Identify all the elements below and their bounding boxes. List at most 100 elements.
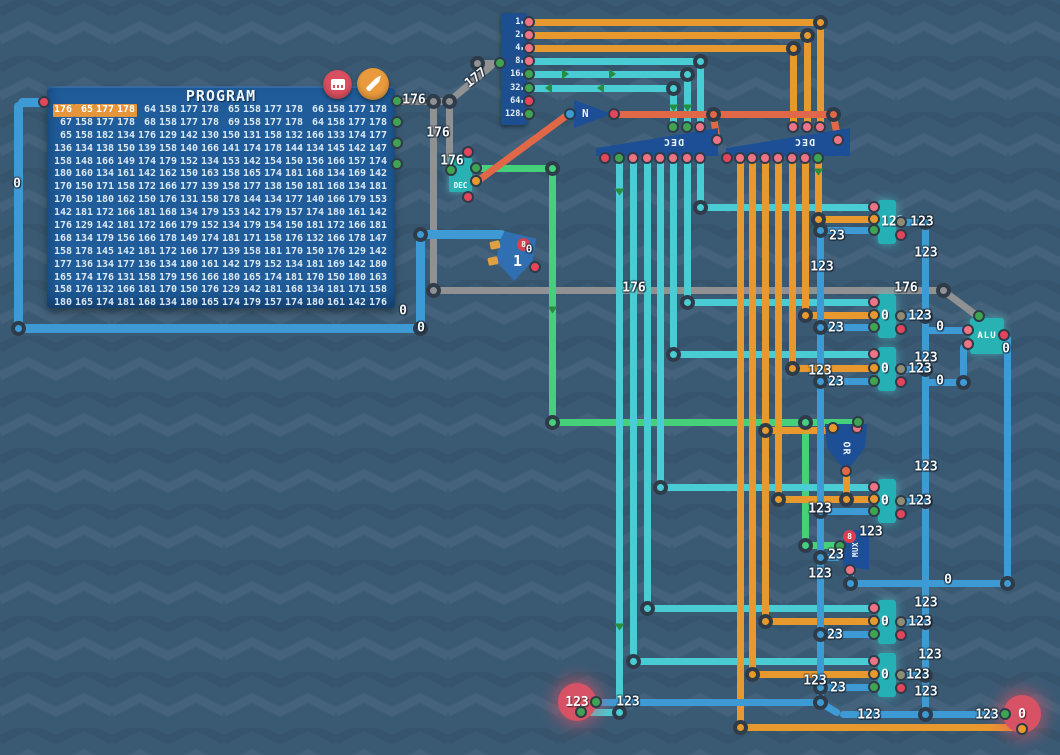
wire-node[interactable] [826,107,841,122]
wire-node[interactable] [640,601,655,616]
wire-segment[interactable] [815,157,822,219]
register-flag-pin[interactable] [895,682,907,694]
memory-view-button[interactable] [323,70,352,99]
register-save-pin[interactable] [868,615,880,627]
register-load-pin[interactable] [868,481,880,493]
pin-dot[interactable] [694,121,706,133]
pin-dot[interactable] [613,152,625,164]
pin-dot[interactable] [470,162,482,174]
pin-dot[interactable] [799,152,811,164]
wire-segment[interactable] [684,157,691,302]
pin-dot[interactable] [852,416,864,428]
wire-node[interactable] [798,308,813,323]
wire-segment[interactable] [850,580,1007,587]
pin-dot[interactable] [590,696,602,708]
pin-dot[interactable] [962,338,974,350]
wire-segment[interactable] [792,365,874,372]
pin-dot[interactable] [844,564,856,576]
pin-dot[interactable] [759,152,771,164]
wire-segment[interactable] [802,157,809,315]
pin-dot[interactable] [962,324,974,336]
wire-node[interactable] [771,492,786,507]
register-out-pin[interactable] [895,669,907,681]
wire-segment[interactable] [700,204,874,211]
pin-dot[interactable] [812,152,824,164]
pin-dot[interactable] [772,152,784,164]
wire-node[interactable] [1000,576,1015,591]
wire-segment[interactable] [14,102,23,328]
wire-node[interactable] [626,654,641,669]
wire-node[interactable] [936,283,951,298]
wire-segment[interactable] [630,157,637,661]
wire-node[interactable] [813,550,828,565]
wire-node[interactable] [680,295,695,310]
pin-dot[interactable] [575,706,587,718]
pin-dot[interactable] [564,108,576,120]
pin-dot[interactable] [746,152,758,164]
wire-node[interactable] [758,423,773,438]
pin-dot[interactable] [681,152,693,164]
wire-segment[interactable] [1004,335,1011,583]
wire-node[interactable] [956,375,971,390]
program-memory[interactable]: PROGRAM 17665177178641581771786515817717… [47,86,395,308]
pin-dot[interactable] [667,121,679,133]
pin-dot[interactable] [711,134,723,146]
register-load-pin[interactable] [868,296,880,308]
byte-splitter[interactable]: 1▶2▶4▶8▶16▶32▶64▶128▶ [501,13,527,125]
register-in-pin[interactable] [868,681,880,693]
wire-node[interactable] [666,81,681,96]
wire-node[interactable] [426,283,441,298]
wire-node[interactable] [843,576,858,591]
pin-dot[interactable] [391,95,403,107]
register-flag-pin[interactable] [895,508,907,520]
pin-dot[interactable] [462,191,474,203]
wire-node[interactable] [666,347,681,362]
wire-segment[interactable] [611,111,833,118]
wire-segment[interactable] [420,230,506,239]
wire-node[interactable] [11,321,26,336]
pin-dot[interactable] [608,108,620,120]
pin-dot[interactable] [832,134,844,146]
pin-dot[interactable] [523,108,535,120]
register-out-pin[interactable] [895,216,907,228]
wire-segment[interactable] [647,605,874,612]
register-save-pin[interactable] [868,362,880,374]
pin-dot[interactable] [391,158,403,170]
wire-node[interactable] [813,695,828,710]
wire-node[interactable] [758,614,773,629]
pin-dot[interactable] [786,152,798,164]
register-in-pin[interactable] [868,505,880,517]
register-out-pin[interactable] [895,495,907,507]
pin-dot[interactable] [38,96,50,108]
pin-dot[interactable] [814,121,826,133]
wire-node[interactable] [798,538,813,553]
pin-dot[interactable] [999,708,1011,720]
pin-dot[interactable] [523,95,535,107]
wire-segment[interactable] [18,324,420,333]
wire-segment[interactable] [820,227,874,234]
register[interactable]: 0 [878,600,896,644]
wire-segment[interactable] [529,32,807,39]
pin-dot[interactable] [694,152,706,164]
register[interactable]: 0 [878,294,896,338]
wire-node[interactable] [798,415,813,430]
edit-program-button[interactable] [357,68,389,100]
wire-segment[interactable] [416,234,425,328]
wire-segment[interactable] [529,19,820,26]
wire-node[interactable] [785,361,800,376]
pin-dot[interactable] [599,152,611,164]
register[interactable]: 0 [878,479,896,523]
pin-dot[interactable] [523,55,535,67]
register-in-pin[interactable] [868,628,880,640]
register-in-pin[interactable] [868,375,880,387]
wire-node[interactable] [745,667,760,682]
wire-segment[interactable] [775,157,782,499]
wire-node[interactable] [680,67,695,82]
wire-segment[interactable] [805,312,874,319]
register[interactable]: 0 [878,653,896,697]
wire-node[interactable] [545,161,560,176]
register-out-pin[interactable] [895,363,907,375]
wire-node[interactable] [813,15,828,30]
pin-dot[interactable] [523,42,535,54]
pin-dot[interactable] [391,116,403,128]
